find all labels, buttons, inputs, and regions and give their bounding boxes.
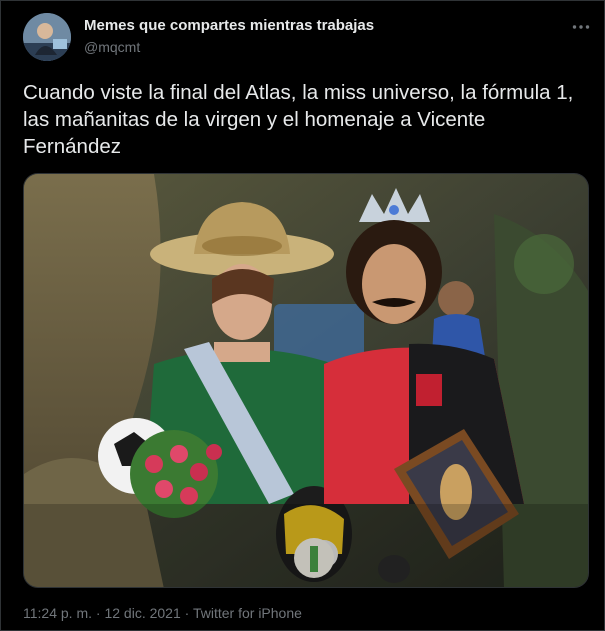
author-name[interactable]: Memes que compartes mientras trabajas xyxy=(84,17,374,34)
avatar-image xyxy=(23,13,71,61)
author-avatar[interactable] xyxy=(23,13,71,61)
tweet-meta: 11:24 p. m. · 12 dic. 2021 · Twitter for… xyxy=(23,605,302,621)
more-button[interactable] xyxy=(569,15,593,39)
meme-image xyxy=(24,174,588,587)
tweet-photo[interactable] xyxy=(23,173,589,588)
meta-separator-2: · xyxy=(180,605,193,621)
more-dots-icon xyxy=(572,25,590,29)
tweet-card: Memes que compartes mientras trabajas @m… xyxy=(0,0,605,631)
meta-separator-1: · xyxy=(92,605,105,621)
tweet-source[interactable]: Twitter for iPhone xyxy=(193,605,302,621)
tweet-time[interactable]: 11:24 p. m. xyxy=(23,605,92,621)
author-handle[interactable]: @mqcmt xyxy=(84,39,140,55)
tweet-text: Cuando viste la final del Atlas, la miss… xyxy=(23,81,574,158)
tweet-header: Memes que compartes mientras trabajas @m… xyxy=(23,13,593,63)
tweet-date[interactable]: 12 dic. 2021 xyxy=(104,605,180,621)
